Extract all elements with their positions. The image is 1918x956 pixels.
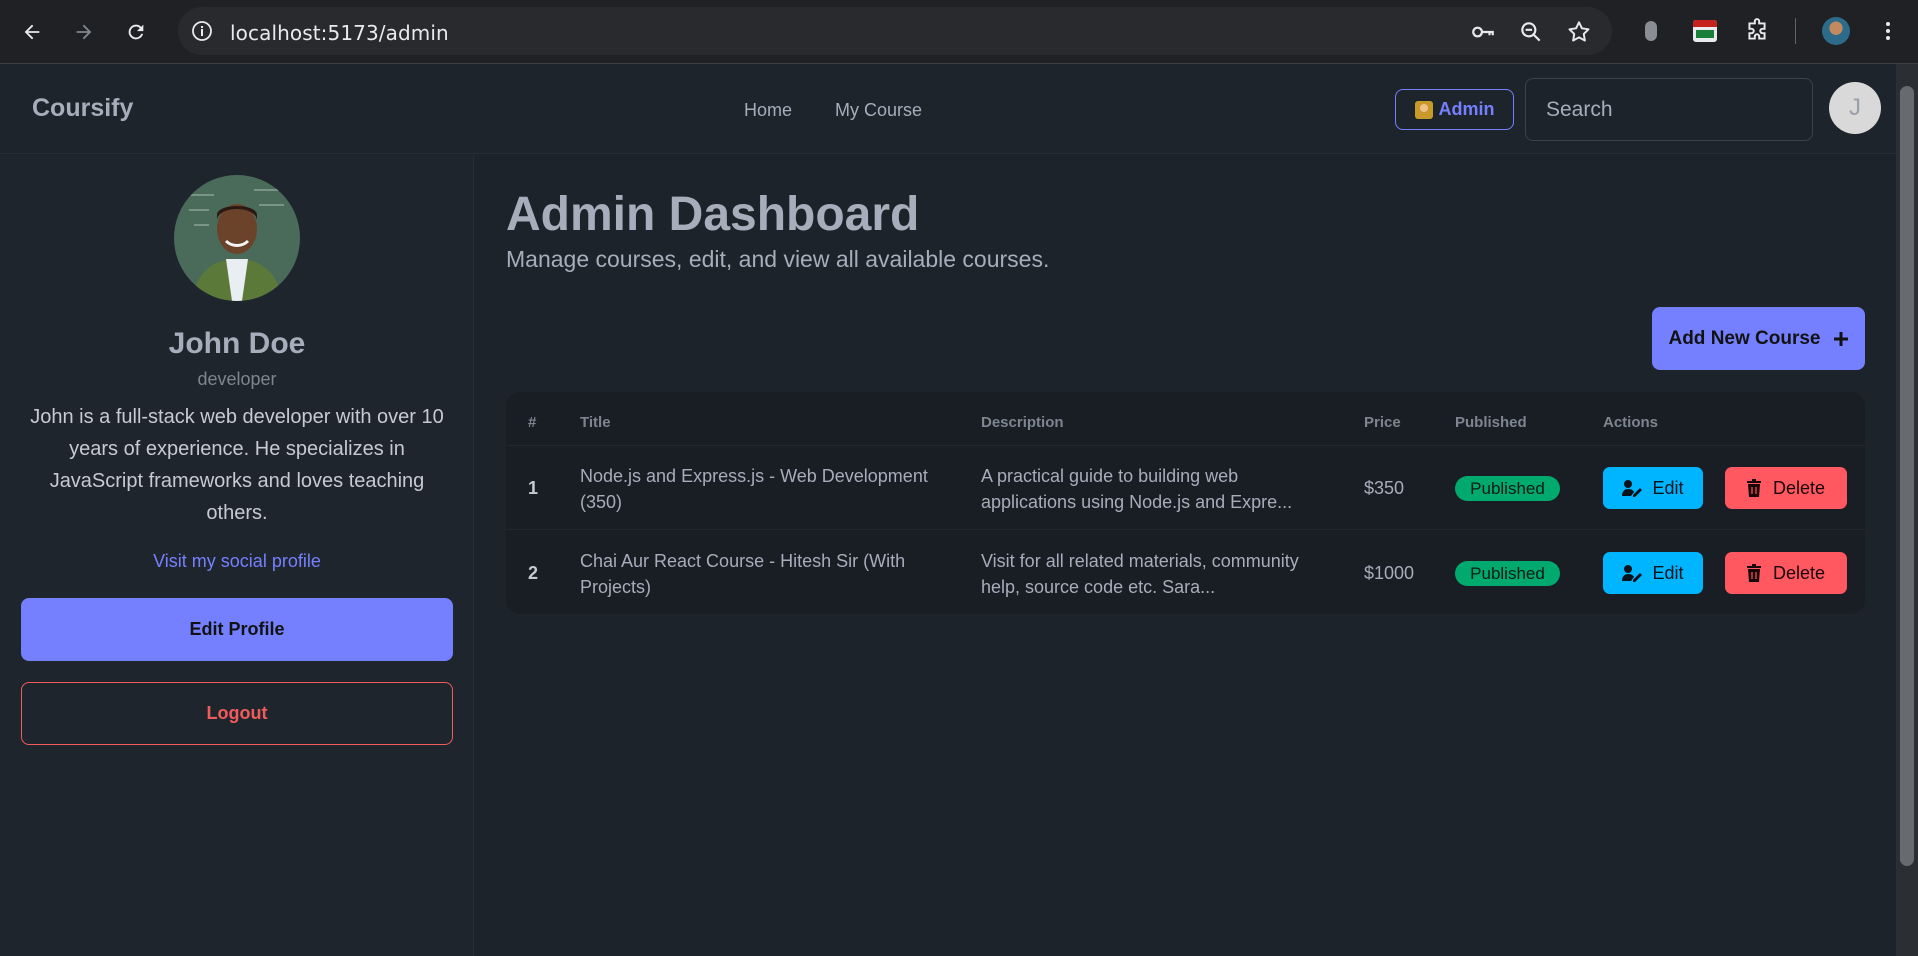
user-edit-icon	[1622, 565, 1643, 582]
reload-button[interactable]	[118, 14, 154, 50]
back-button[interactable]	[14, 14, 50, 50]
table-row: 1 Node.js and Express.js - Web Developme…	[506, 445, 1865, 529]
toolbar-divider	[1795, 18, 1796, 44]
scrollbar-thumb[interactable]	[1900, 86, 1914, 866]
course-title: Chai Aur React Course - Hitesh Sir (With…	[580, 551, 906, 597]
published-badge: Published	[1455, 476, 1560, 501]
delete-label: Delete	[1772, 477, 1826, 498]
arrow-left-icon	[24, 24, 40, 40]
main-content: Admin Dashboard Manage courses, edit, an…	[474, 155, 1896, 956]
table-header-actions: Actions	[1603, 414, 1659, 431]
calendar-extension-icon[interactable]	[1690, 16, 1720, 46]
profile-photo	[174, 175, 300, 301]
page-scrollbar[interactable]	[1896, 64, 1918, 956]
edit-course-button[interactable]: Edit	[1603, 467, 1703, 509]
courses-table: # Title Description Price Published Acti…	[506, 392, 1865, 614]
url-text[interactable]: localhost:5173/admin	[230, 21, 449, 45]
address-bar[interactable]: localhost:5173/admin	[178, 7, 1612, 55]
delete-label: Delete	[1772, 562, 1826, 583]
edit-label: Edit	[1652, 477, 1684, 498]
nav-link-my-course[interactable]: My Course	[835, 100, 922, 121]
page-subtitle: Manage courses, edit, and view all avail…	[506, 246, 1050, 272]
add-course-button[interactable]: Add New Course	[1652, 307, 1865, 370]
kebab-menu-icon[interactable]	[1873, 16, 1903, 46]
profile-bio: John is a full-stack web developer with …	[30, 406, 444, 524]
table-row: 2 Chai Aur React Course - Hitesh Sir (Wi…	[506, 529, 1865, 613]
reload-icon	[128, 24, 144, 40]
admin-button[interactable]: Admin	[1395, 89, 1514, 130]
puzzle-icon[interactable]	[1742, 16, 1772, 46]
course-description: A practical guide to building web applic…	[981, 466, 1293, 512]
extension-icon[interactable]	[1636, 16, 1666, 46]
profile-role: developer	[197, 369, 277, 389]
course-description: Visit for all related materials, communi…	[981, 551, 1299, 597]
published-badge: Published	[1455, 561, 1560, 586]
edit-course-button[interactable]: Edit	[1603, 552, 1703, 594]
zoom-out-icon[interactable]	[1518, 19, 1544, 45]
search-input[interactable]	[1525, 78, 1813, 141]
social-profile-link[interactable]: Visit my social profile	[0, 551, 474, 572]
arrow-right-icon	[76, 24, 92, 40]
profile-name: John Doe	[168, 327, 306, 360]
table-header-published: Published	[1455, 414, 1527, 431]
row-index: 2	[528, 563, 539, 583]
table-header-description: Description	[981, 414, 1064, 431]
star-icon[interactable]	[1566, 19, 1592, 45]
key-icon[interactable]	[1470, 19, 1496, 45]
table-header-index: #	[528, 414, 537, 431]
table-header-price: Price	[1364, 414, 1401, 431]
table-header-title: Title	[580, 414, 611, 431]
logout-button[interactable]: Logout	[21, 682, 453, 745]
trash-icon	[1746, 479, 1761, 497]
course-price: $1000	[1364, 563, 1415, 583]
trash-icon	[1746, 564, 1761, 582]
page-title: Admin Dashboard	[506, 188, 920, 241]
profile-sidebar: John Doe developer John is a full-stack …	[0, 155, 474, 956]
delete-course-button[interactable]: Delete	[1725, 467, 1847, 509]
edit-label: Edit	[1652, 562, 1684, 583]
add-course-label: Add New Course	[1668, 327, 1821, 349]
info-icon[interactable]	[190, 19, 214, 43]
forward-button[interactable]	[66, 14, 102, 50]
edit-profile-button[interactable]: Edit Profile	[21, 598, 453, 661]
nav-link-home[interactable]: Home	[744, 100, 792, 121]
brand-logo[interactable]: Coursify	[32, 94, 133, 123]
user-edit-icon	[1622, 480, 1643, 497]
plus-icon	[1833, 331, 1848, 346]
delete-course-button[interactable]: Delete	[1725, 552, 1847, 594]
course-title: Node.js and Express.js - Web Development…	[580, 466, 928, 512]
row-index: 1	[528, 478, 539, 498]
course-price: $350	[1364, 478, 1405, 498]
app-navbar: Coursify Home My Course Admin J	[0, 64, 1896, 154]
admin-button-label: Admin	[1438, 99, 1495, 119]
profile-avatar-icon[interactable]	[1821, 16, 1851, 46]
browser-toolbar: localhost:5173/admin	[0, 0, 1918, 64]
admin-emoji-icon	[1414, 100, 1433, 119]
user-avatar[interactable]: J	[1829, 82, 1881, 134]
